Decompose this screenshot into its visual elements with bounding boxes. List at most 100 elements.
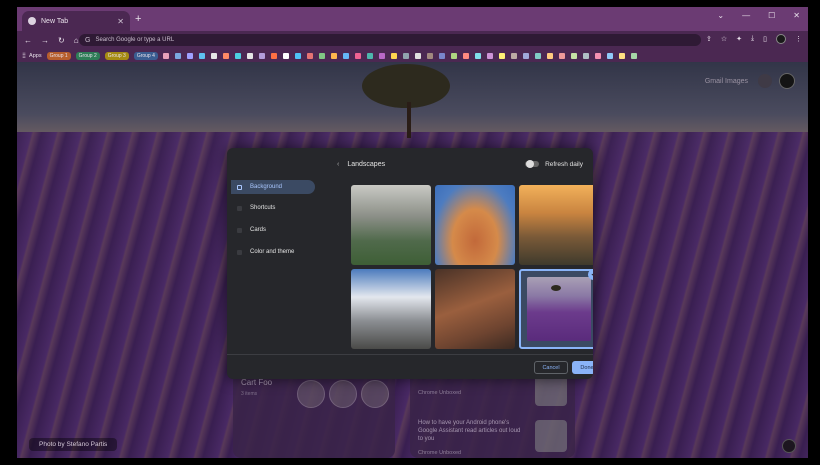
bookmark-favicon-icon[interactable]	[522, 52, 529, 59]
back-icon[interactable]: ←	[24, 36, 32, 45]
bookmark-favicon-icon[interactable]	[474, 52, 481, 59]
bookmark-favicon-icon[interactable]	[402, 52, 409, 59]
tab-group-1[interactable]: Group 1	[46, 51, 71, 60]
photo-credit[interactable]: Photo by Stefano Partis	[29, 438, 118, 451]
bookmark-favicon-icon[interactable]	[246, 52, 253, 59]
new-tab-button[interactable]: +	[135, 13, 141, 25]
maximize-icon[interactable]: ☐	[768, 11, 775, 20]
cart-card[interactable]: Cart Foo 3 items	[233, 370, 395, 458]
tile-canyon-sunset[interactable]	[519, 185, 593, 265]
bookmark-favicon-icon[interactable]	[498, 52, 505, 59]
bookmark-favicon-icon[interactable]	[318, 52, 325, 59]
tab-search-icon[interactable]: ⌄	[717, 11, 724, 20]
bookmark-favicon-icon[interactable]	[618, 52, 625, 59]
bookmark-favicon-icon[interactable]	[630, 52, 637, 59]
chrome-favicon-icon	[28, 17, 36, 25]
bookmark-favicon-icon[interactable]	[294, 52, 301, 59]
toolbar: ← → ↻ ⌂ G Search Google or type a URL ⇪ …	[17, 31, 808, 49]
bookmark-favicon-icon[interactable]	[306, 52, 313, 59]
reload-icon[interactable]: ↻	[58, 36, 65, 45]
gmail-images-links[interactable]: Gmail Images	[705, 78, 748, 85]
tab-close-icon[interactable]: ✕	[117, 17, 124, 26]
bookmark-favicon-icon[interactable]	[378, 52, 385, 59]
cancel-button[interactable]: Cancel	[534, 361, 568, 374]
bookmark-favicon-icon[interactable]	[534, 52, 541, 59]
bookmark-favicon-icon[interactable]	[438, 52, 445, 59]
account-avatar[interactable]	[779, 73, 795, 89]
tab-new-tab[interactable]: New Tab ✕	[22, 11, 130, 31]
share-icon[interactable]: ⇪	[706, 35, 712, 43]
sidebar-item-label: Color and theme	[250, 249, 295, 255]
bookmark-favicon-icon[interactable]	[594, 52, 601, 59]
bookmark-favicon-icon[interactable]	[510, 52, 517, 59]
omnibox[interactable]: G Search Google or type a URL	[79, 34, 701, 46]
bookmark-favicon-icon[interactable]	[270, 52, 277, 59]
tile-lavender-field[interactable]: ✓	[519, 269, 593, 349]
download-icon[interactable]: ⤓	[751, 35, 754, 43]
apps-bookmark[interactable]: ⣿ Apps	[22, 53, 42, 59]
tile-snow-mountain[interactable]	[351, 269, 431, 349]
bookmark-favicon-icon[interactable]	[258, 52, 265, 59]
back-arrow-icon[interactable]: ‹	[337, 161, 339, 168]
tab-title: New Tab	[41, 17, 69, 25]
extensions-icon[interactable]: ✦	[736, 35, 742, 43]
sidebar-item-cards[interactable]: Cards	[231, 223, 315, 237]
cart-product-thumb[interactable]	[361, 380, 389, 408]
bookmark-favicon-icon[interactable]	[222, 52, 229, 59]
bookmark-favicon-icon[interactable]	[342, 52, 349, 59]
tab-group-4[interactable]: Group 4	[133, 51, 158, 60]
cart-product-thumb[interactable]	[329, 380, 357, 408]
refresh-daily-toggle[interactable]	[525, 160, 540, 168]
tab-group-2[interactable]: Group 2	[75, 51, 100, 60]
bookmark-favicon-icon[interactable]	[210, 52, 217, 59]
recipes-news-card[interactable]: Chrome Unboxed How to have your Android …	[410, 370, 575, 458]
tab-group-3[interactable]: Group 3	[104, 51, 129, 60]
bookmark-favicon-icon[interactable]	[450, 52, 457, 59]
bookmark-favicon-icon[interactable]	[570, 52, 577, 59]
sidebar-item-shortcuts[interactable]: Shortcuts	[231, 201, 315, 215]
close-window-icon[interactable]: ✕	[793, 11, 800, 20]
bookmark-favicon-icon[interactable]	[546, 52, 553, 59]
article-thumb[interactable]	[535, 420, 567, 452]
bookmark-favicon-icon[interactable]	[354, 52, 361, 59]
toolbar-actions: ⇪ ☆ ✦ ⤓ ▯ ⋮	[706, 34, 802, 44]
forward-icon[interactable]: →	[41, 36, 49, 45]
bookmark-favicon-icon[interactable]	[426, 52, 433, 59]
background-grid: ✓	[351, 185, 593, 356]
bookmark-favicon-icon[interactable]	[486, 52, 493, 59]
collection-title: Landscapes	[347, 160, 386, 168]
bookmark-favicon-icon[interactable]	[162, 52, 169, 59]
bookmark-star-icon[interactable]: ☆	[721, 35, 727, 43]
selected-check-icon: ✓	[588, 271, 593, 280]
bookmark-favicon-icon[interactable]	[282, 52, 289, 59]
customize-chrome-button[interactable]	[782, 439, 796, 453]
bookmark-favicon-icon[interactable]	[606, 52, 613, 59]
done-button[interactable]: Done	[572, 361, 593, 374]
profile-avatar[interactable]	[776, 34, 786, 44]
google-apps-icon[interactable]	[758, 74, 772, 88]
cards-icon	[237, 227, 242, 233]
bookmark-favicon-icon[interactable]	[558, 52, 565, 59]
bookmark-favicon-icon[interactable]	[390, 52, 397, 59]
tile-rocky-lake[interactable]	[351, 185, 431, 265]
tile-desert-arch[interactable]	[435, 185, 515, 265]
article-title[interactable]: How to have your Android phone's Google …	[418, 420, 522, 443]
bookmark-favicon-icon[interactable]	[234, 52, 241, 59]
minimize-icon[interactable]: —	[742, 11, 750, 20]
bookmark-favicon-icon[interactable]	[174, 52, 181, 59]
tile-red-canyon-road[interactable]	[435, 269, 515, 349]
bookmark-favicon-icon[interactable]	[198, 52, 205, 59]
bookmark-favicon-icon[interactable]	[462, 52, 469, 59]
sidebar-item-background[interactable]: Background	[231, 180, 315, 194]
side-panel-icon[interactable]: ▯	[763, 35, 767, 43]
link-icon	[237, 205, 242, 211]
bookmark-favicon-icon[interactable]	[414, 52, 421, 59]
bookmark-favicon-icon[interactable]	[330, 52, 337, 59]
home-icon[interactable]: ⌂	[74, 36, 79, 45]
menu-icon[interactable]: ⋮	[795, 35, 802, 43]
sidebar-item-color-theme[interactable]: Color and theme	[231, 245, 315, 259]
cart-product-thumb[interactable]	[297, 380, 325, 408]
bookmark-favicon-icon[interactable]	[186, 52, 193, 59]
bookmark-favicon-icon[interactable]	[582, 52, 589, 59]
bookmark-favicon-icon[interactable]	[366, 52, 373, 59]
